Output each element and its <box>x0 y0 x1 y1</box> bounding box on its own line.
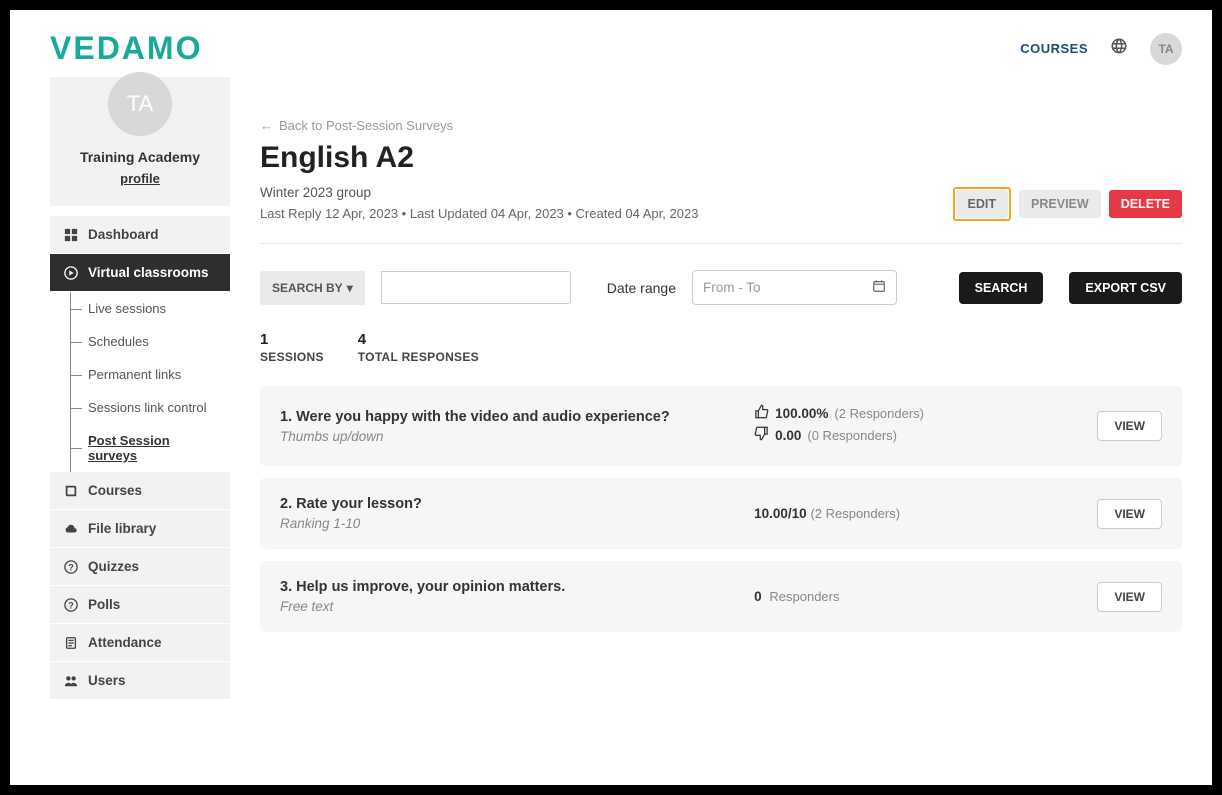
thumb-up-icon <box>754 404 769 422</box>
sidebar-item-attendance[interactable]: Attendance <box>50 624 230 662</box>
preview-button[interactable]: PREVIEW <box>1019 190 1101 218</box>
divider <box>260 243 1182 244</box>
sidebar-item-label: Attendance <box>88 635 162 650</box>
sidebar-item-label: File library <box>88 521 156 536</box>
arrow-left-icon: ← <box>260 118 273 133</box>
question-title: 2. Rate your lesson? <box>280 496 738 512</box>
org-avatar: TA <box>108 72 172 136</box>
sidebar-item-label: Users <box>88 673 126 688</box>
sidebar-item-quizzes[interactable]: ? Quizzes <box>50 548 230 586</box>
book-icon <box>64 484 78 498</box>
sidebar-item-label: Polls <box>88 597 120 612</box>
sidebar-sub-schedules[interactable]: Schedules <box>70 325 230 358</box>
back-link[interactable]: ← Back to Post-Session Surveys <box>260 118 453 133</box>
grid-icon <box>64 228 78 242</box>
thumb-down-icon <box>754 426 769 444</box>
page-title: English A2 <box>260 141 1182 175</box>
svg-text:?: ? <box>68 600 73 610</box>
question-card: 3. Help us improve, your opinion matters… <box>260 561 1182 632</box>
sidebar-sub-live-sessions[interactable]: Live sessions <box>70 292 230 325</box>
question-card: 2. Rate your lesson? Ranking 1-10 10.00/… <box>260 478 1182 549</box>
sidebar-sub-post-session-surveys[interactable]: Post Session surveys <box>70 424 230 472</box>
profile-card: TA Training Academy profile <box>50 77 230 206</box>
question-type: Free text <box>280 599 738 614</box>
svg-text:?: ? <box>68 562 73 572</box>
logo: VEDAMO <box>50 30 202 67</box>
courses-link[interactable]: COURSES <box>1020 41 1088 56</box>
daterange-label: Date range <box>607 280 676 296</box>
delete-button[interactable]: DELETE <box>1109 190 1182 218</box>
calendar-icon <box>872 279 886 296</box>
search-button[interactable]: SEARCH <box>959 272 1044 304</box>
sidebar-item-users[interactable]: Users <box>50 662 230 700</box>
sidebar-item-label: Quizzes <box>88 559 139 574</box>
org-name: Training Academy <box>60 149 220 165</box>
globe-icon[interactable] <box>1110 37 1128 60</box>
cloud-icon <box>64 522 78 536</box>
sidebar-item-virtual-classrooms[interactable]: Virtual classrooms <box>50 254 230 292</box>
question-type: Thumbs up/down <box>280 429 738 444</box>
group-name: Winter 2023 group <box>260 185 698 200</box>
profile-link[interactable]: profile <box>120 171 160 186</box>
sidebar-sub-sessions-link-control[interactable]: Sessions link control <box>70 391 230 424</box>
sidebar-item-file-library[interactable]: File library <box>50 510 230 548</box>
edit-button[interactable]: EDIT <box>956 190 1008 218</box>
search-input[interactable] <box>381 271 571 304</box>
question-card: 1. Were you happy with the video and aud… <box>260 386 1182 466</box>
play-circle-icon <box>64 266 78 280</box>
document-icon <box>64 636 78 650</box>
search-by-dropdown[interactable]: SEARCH BY ▾ <box>260 271 365 305</box>
stat-sessions: 1 SESSIONS <box>260 331 324 364</box>
question-title: 1. Were you happy with the video and aud… <box>280 409 738 425</box>
meta-line: Last Reply 12 Apr, 2023 • Last Updated 0… <box>260 206 698 221</box>
sidebar-item-label: Dashboard <box>88 227 159 242</box>
question-icon: ? <box>64 560 78 574</box>
view-button[interactable]: VIEW <box>1097 411 1162 441</box>
export-csv-button[interactable]: EXPORT CSV <box>1069 272 1182 304</box>
users-icon <box>64 674 78 688</box>
view-button[interactable]: VIEW <box>1097 582 1162 612</box>
question-title: 3. Help us improve, your opinion matters… <box>280 579 738 595</box>
sidebar-item-label: Virtual classrooms <box>88 265 209 280</box>
sidebar-item-dashboard[interactable]: Dashboard <box>50 216 230 254</box>
question-icon: ? <box>64 598 78 612</box>
caret-down-icon: ▾ <box>347 281 353 295</box>
daterange-input[interactable]: From - To <box>692 270 897 305</box>
sidebar-sub-permanent-links[interactable]: Permanent links <box>70 358 230 391</box>
avatar[interactable]: TA <box>1150 33 1182 65</box>
question-type: Ranking 1-10 <box>280 516 738 531</box>
edit-button-highlight: EDIT <box>953 187 1011 221</box>
view-button[interactable]: VIEW <box>1097 499 1162 529</box>
sidebar-item-polls[interactable]: ? Polls <box>50 586 230 624</box>
stat-total-responses: 4 TOTAL RESPONSES <box>358 331 479 364</box>
sidebar-item-courses[interactable]: Courses <box>50 472 230 510</box>
sidebar-item-label: Courses <box>88 483 142 498</box>
